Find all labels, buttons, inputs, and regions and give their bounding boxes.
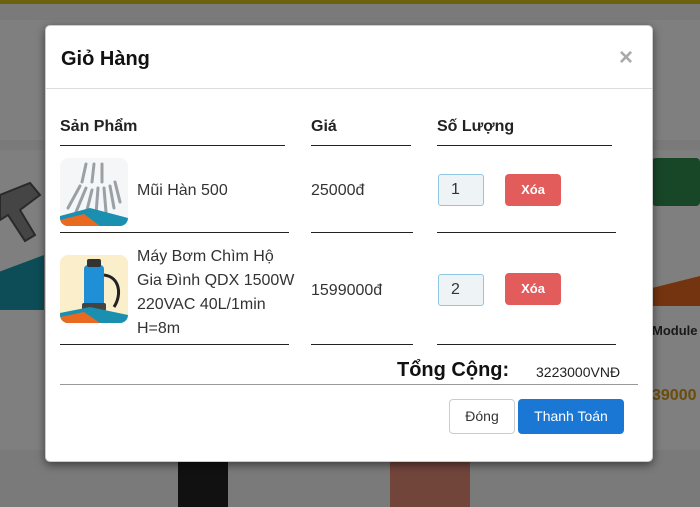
- delete-item-button[interactable]: Xóa: [505, 273, 561, 305]
- divider: [311, 145, 411, 146]
- divider: [311, 232, 413, 233]
- column-header-price: Giá: [311, 118, 337, 135]
- cart-item-name: Máy Bơm Chìm Hộ Gia Đình QDX 1500W 220VA…: [137, 248, 295, 337]
- divider: [60, 344, 289, 345]
- divider: [60, 384, 638, 385]
- cart-item-price: 1599000đ: [311, 282, 383, 299]
- total-label: Tổng Cộng:: [397, 359, 510, 381]
- modal-title: Giỏ Hàng: [61, 48, 150, 70]
- checkout-button[interactable]: Thanh Toán: [518, 399, 624, 434]
- divider: [60, 232, 289, 233]
- close-icon[interactable]: ×: [616, 46, 636, 70]
- close-button[interactable]: Đóng: [449, 399, 515, 434]
- divider: [437, 145, 612, 146]
- column-header-product: Sản Phẩm: [60, 118, 138, 135]
- cart-item-name: Mũi Hàn 500: [137, 182, 228, 199]
- quantity-input[interactable]: 1: [438, 174, 484, 206]
- divider: [311, 344, 413, 345]
- submersible-pump-image: [60, 255, 128, 323]
- divider: [437, 344, 616, 345]
- divider: [60, 145, 285, 146]
- quantity-input[interactable]: 2: [438, 274, 484, 306]
- soldering-tips-image: [60, 158, 128, 226]
- divider: [437, 232, 616, 233]
- modal-header: Giỏ Hàng ×: [46, 26, 652, 89]
- cart-item-price: 25000đ: [311, 182, 365, 199]
- column-header-quantity: Số Lượng: [437, 118, 515, 135]
- cart-modal: Giỏ Hàng × Sản Phẩm Giá Số Lượng Mũi Hàn…: [45, 25, 653, 462]
- total-value: 3223000VNĐ: [536, 364, 621, 380]
- delete-item-button[interactable]: Xóa: [505, 174, 561, 206]
